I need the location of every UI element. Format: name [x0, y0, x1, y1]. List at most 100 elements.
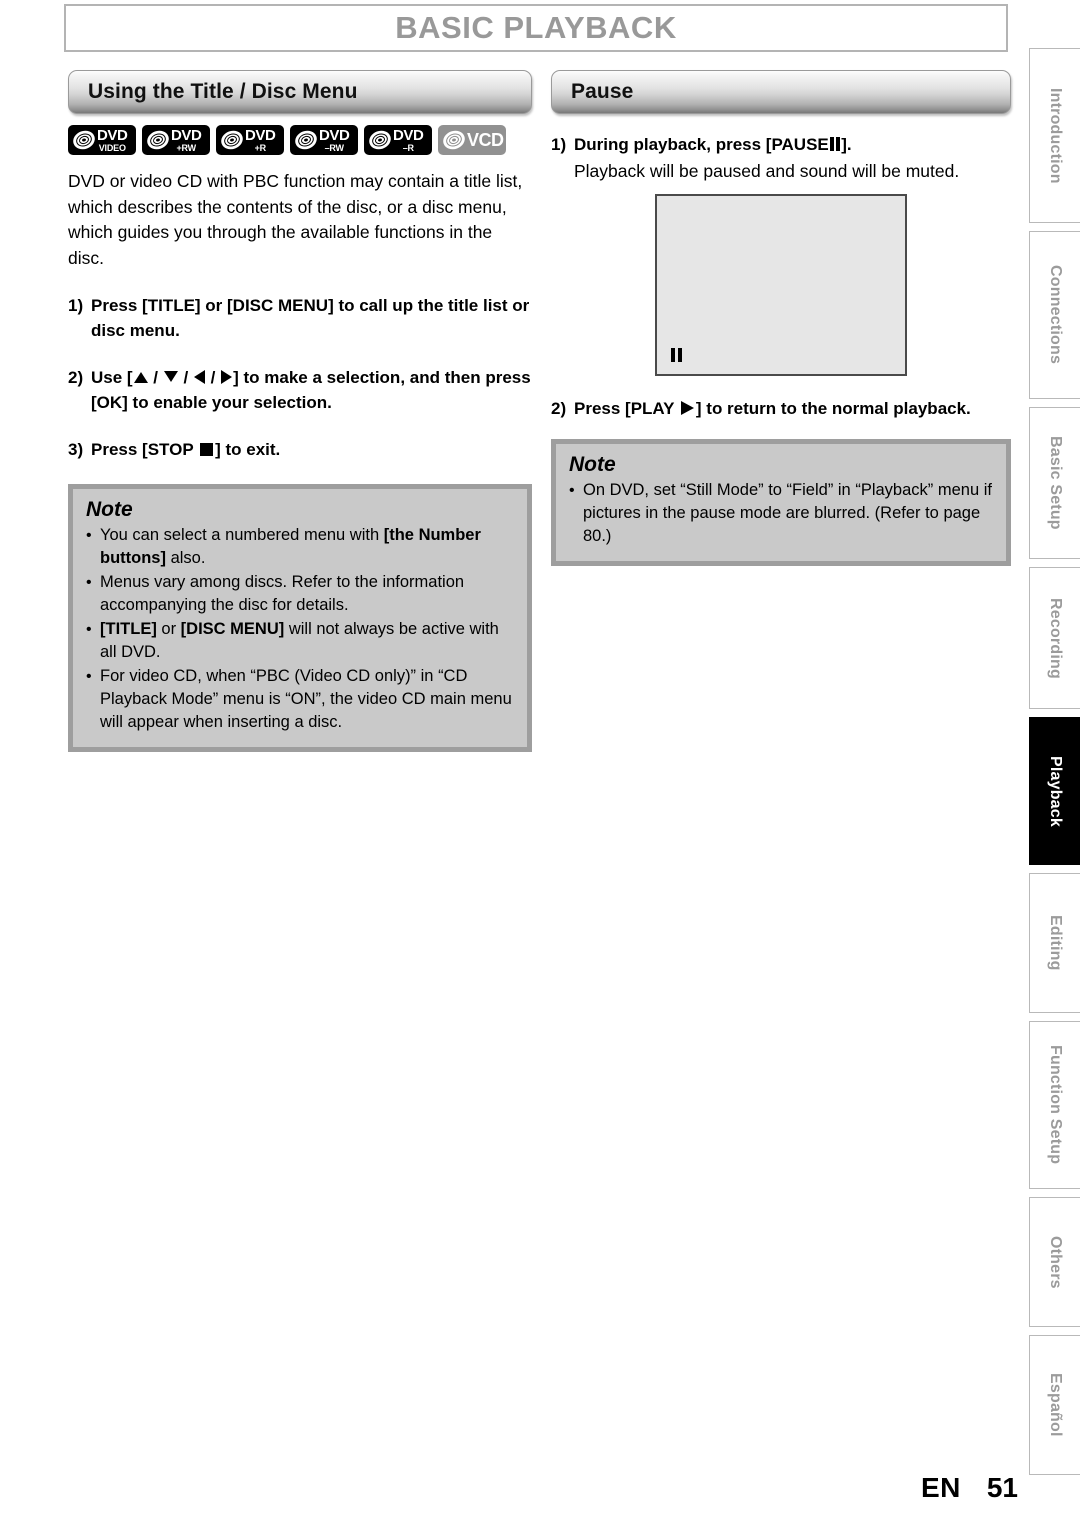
note-title: Note — [86, 498, 133, 521]
disc-logo-main: DVD — [171, 126, 202, 144]
arrow-up-icon — [133, 372, 148, 383]
note-box-right: Note • On DVD, set “Still Mode” to “Fiel… — [551, 439, 1011, 566]
pause-step-1-text-after: ]. — [841, 135, 852, 154]
step-2-text-after: ] to make a selection, and then press [O… — [91, 368, 531, 412]
dvd-disc-icon — [368, 128, 392, 152]
tab-others[interactable]: Others — [1029, 1197, 1080, 1327]
play-triangle-icon — [680, 401, 694, 415]
bullet-icon: • — [86, 527, 92, 544]
footer-page-number: 51 — [986, 1472, 1018, 1503]
step-3-text-after: ] to exit. — [215, 440, 281, 459]
note-list: • On DVD, set “Still Mode” to “Field” in… — [569, 479, 993, 548]
disc-logo-dvd-plus-rw: DVD +RW — [142, 125, 210, 155]
tab-editing[interactable]: Editing — [1029, 873, 1080, 1013]
note-item-text: [TITLE] or [DISC MENU] will not always b… — [100, 618, 514, 664]
pause-step-1-text-before: During playback, press [PAUSE — [574, 135, 829, 154]
note-item: • Menus vary among discs. Refer to the i… — [86, 571, 514, 617]
disc-logo-sub: +R — [254, 142, 267, 153]
tab-label: Introduction — [1047, 87, 1064, 184]
note-item-text: For video CD, when “PBC (Video CD only)”… — [100, 667, 512, 731]
section-header-pause: Pause — [551, 70, 1011, 114]
note-box-left: Note • You can select a numbered menu wi… — [68, 484, 532, 752]
tab-label: Others — [1047, 1235, 1064, 1289]
bullet-icon: • — [569, 482, 575, 499]
paused-video-screen — [655, 194, 907, 376]
chapter-tab-rail: Introduction Connections Basic Setup Rec… — [1029, 48, 1080, 1483]
note-text-plain: also. — [165, 549, 206, 567]
disc-logo-main: DVD — [319, 126, 350, 144]
note-list: • You can select a numbered menu with [t… — [86, 524, 514, 734]
tab-label: Basic Setup — [1047, 436, 1064, 530]
step-3: 3) Press [STOP ] to exit. — [68, 437, 532, 462]
note-text-bold: [TITLE] — [100, 620, 157, 638]
tab-introduction[interactable]: Introduction — [1029, 48, 1080, 223]
disc-logo-sub: –R — [402, 142, 414, 153]
tab-label: Function Setup — [1047, 1045, 1064, 1165]
disc-logo-dvd-minus-r: DVD –R — [364, 125, 432, 155]
note-item: • [TITLE] or [DISC MENU] will not always… — [86, 618, 514, 664]
step-2: 2) Use [ / / / ] to make a selection, an… — [68, 365, 532, 415]
disc-logo-main: DVD — [97, 126, 128, 144]
disc-logo-main: DVD — [245, 126, 276, 144]
disc-logo-vcd: VCD — [438, 125, 506, 155]
arrow-right-icon — [221, 370, 233, 384]
tab-label: Connections — [1047, 265, 1064, 365]
pause-step-2-number: 2) — [551, 399, 567, 418]
bullet-icon: • — [86, 621, 92, 638]
step-3-number: 3) — [68, 440, 84, 459]
note-item: • For video CD, when “PBC (Video CD only… — [86, 665, 514, 734]
note-title: Note — [569, 453, 616, 476]
disc-logo-dvd-video: DVD VIDEO — [68, 125, 136, 155]
tab-recording[interactable]: Recording — [1029, 567, 1080, 709]
step-1-text: Press [TITLE] or [DISC MENU] to call up … — [91, 296, 530, 340]
page-footer: EN 51 — [921, 1472, 1018, 1504]
note-inner-right: Note • On DVD, set “Still Mode” to “Fiel… — [556, 444, 1006, 561]
arrow-left-icon — [193, 370, 205, 384]
note-text-plain: or — [156, 620, 181, 638]
footer-locale: EN — [920, 1472, 961, 1503]
screen-wrapper — [551, 194, 1011, 376]
disc-logo-sub: +RW — [176, 142, 196, 153]
pause-step-1-text: During playback, press [PAUSE]. — [574, 132, 1011, 157]
pause-indicator-icon — [671, 348, 682, 362]
tab-function-setup[interactable]: Function Setup — [1029, 1021, 1080, 1189]
disc-logo-dvd-minus-rw: DVD –RW — [290, 125, 358, 155]
right-column: Pause 1) During playback, press [PAUSE].… — [551, 70, 1011, 566]
disc-logo-text: DVD –RW — [319, 126, 350, 153]
note-item-text: On DVD, set “Still Mode” to “Field” in “… — [583, 481, 992, 545]
pause-step-2-text-after: ] to return to the normal playback. — [695, 399, 971, 418]
bullet-icon: • — [86, 574, 92, 591]
disc-logo-main: VCD — [467, 129, 504, 150]
pause-step-1-number: 1) — [551, 135, 567, 154]
step-3-text-before: Press [STOP — [91, 440, 199, 459]
pause-step-2-text: Press [PLAY ] to return to the normal pl… — [574, 396, 1011, 421]
section-header-label: Pause — [571, 80, 634, 103]
tab-label: Playback — [1047, 755, 1064, 827]
disc-logo-main: DVD — [393, 126, 424, 144]
arrow-down-icon — [163, 371, 178, 382]
page-title: BASIC PLAYBACK — [395, 10, 677, 45]
dvd-disc-icon — [294, 128, 318, 152]
note-inner-left: Note • You can select a numbered menu wi… — [73, 489, 527, 747]
step-2-number: 2) — [68, 368, 84, 387]
intro-paragraph: DVD or video CD with PBC function may co… — [68, 171, 523, 268]
disc-logo-text: DVD +R — [245, 126, 276, 153]
tab-playback[interactable]: Playback — [1029, 717, 1080, 865]
vcd-disc-icon — [442, 128, 466, 152]
note-text-plain: You can select a numbered menu with — [100, 526, 384, 544]
page-title-box: BASIC PLAYBACK — [64, 4, 1008, 52]
disc-logo-sub: VIDEO — [98, 142, 126, 153]
section-header-label: Using the Title / Disc Menu — [88, 80, 358, 103]
disc-logo-dvd-plus-r: DVD +R — [216, 125, 284, 155]
disc-logo-text: DVD +RW — [171, 126, 202, 153]
tab-label: Recording — [1047, 597, 1064, 679]
disc-logo-row: DVD VIDEO DVD +RW DVD +R DVD –RW DVD –R … — [68, 125, 532, 155]
dvd-disc-icon — [146, 128, 170, 152]
note-item: • You can select a numbered menu with [t… — [86, 524, 514, 570]
tab-espanol[interactable]: Español — [1029, 1335, 1080, 1475]
tab-basic-setup[interactable]: Basic Setup — [1029, 407, 1080, 559]
pause-step-1: 1) During playback, press [PAUSE]. — [551, 132, 1011, 157]
tab-label: Español — [1047, 1373, 1064, 1437]
tab-connections[interactable]: Connections — [1029, 231, 1080, 399]
section-header-title-disc-menu: Using the Title / Disc Menu — [68, 70, 532, 114]
